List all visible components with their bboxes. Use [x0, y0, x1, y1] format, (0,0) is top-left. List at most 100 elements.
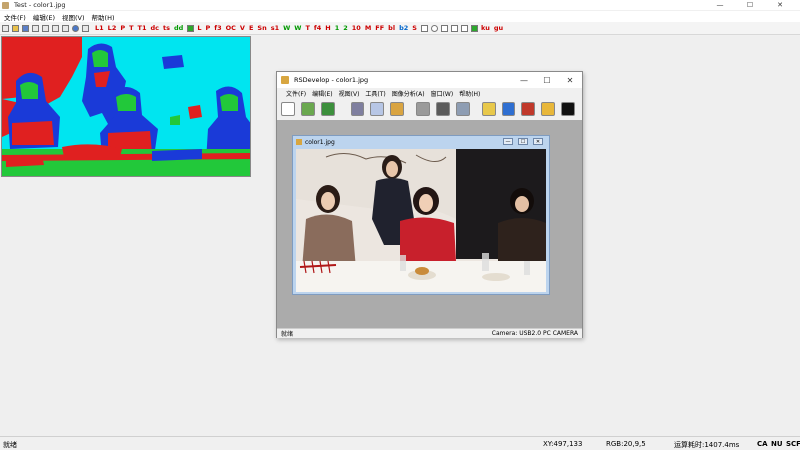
status-xy: XY:497,133 [543, 440, 583, 448]
tool-button-bl[interactable]: bl [388, 24, 395, 32]
select-icon[interactable] [521, 102, 536, 116]
tool-button-l1[interactable]: L1 [95, 24, 104, 32]
tool-button-f3[interactable]: f3 [214, 24, 221, 32]
tool-button-f4[interactable]: f4 [314, 24, 321, 32]
arc-icon[interactable] [450, 24, 458, 32]
tool-button-dc[interactable]: dc [151, 24, 160, 32]
menu-file[interactable]: 文件(F) [4, 12, 26, 22]
child-menu-file[interactable]: 文件(F) [286, 89, 306, 98]
save-icon[interactable] [320, 102, 335, 116]
copy-icon[interactable] [42, 24, 49, 32]
image-maximize-button[interactable]: ☐ [518, 138, 528, 145]
child-toolbar [281, 100, 581, 118]
child-status-ready: 就绪 [281, 331, 294, 338]
tool-button-p2[interactable]: P [205, 24, 210, 32]
maximize-button[interactable]: ☐ [735, 0, 765, 10]
menu-help[interactable]: 帮助(H) [92, 12, 115, 22]
menu-edit[interactable]: 编辑(E) [33, 12, 55, 22]
tool-button-l2[interactable]: L2 [108, 24, 117, 32]
image-window-title: color1.jpg [305, 138, 335, 146]
tool-button-e[interactable]: E [249, 24, 253, 32]
tool-button-h[interactable]: H [325, 24, 330, 32]
tool-button-p[interactable]: P [120, 24, 125, 32]
tool-button-1[interactable]: 1 [335, 24, 340, 32]
rsdevelop-window[interactable]: RSDevelop - color1.jpg — ☐ ✕ 文件(F) 编辑(E)… [276, 71, 583, 338]
wave-icon[interactable] [420, 24, 428, 32]
open-icon[interactable] [300, 102, 315, 116]
tool-button-t1[interactable]: T1 [138, 24, 147, 32]
print-icon[interactable] [62, 24, 69, 32]
paste-icon[interactable] [52, 24, 59, 32]
tool-button-m[interactable]: M [365, 24, 371, 32]
tool-button-l[interactable]: L [197, 24, 201, 32]
child-maximize-button[interactable]: ☐ [536, 72, 558, 88]
child-menubar: 文件(F) 编辑(E) 视图(V) 工具(T) 图像分析(A) 窗口(W) 帮助… [277, 88, 582, 99]
child-menu-window[interactable]: 窗口(W) [431, 89, 454, 98]
child-menu-edit[interactable]: 编辑(E) [312, 89, 332, 98]
processed-image [1, 36, 251, 177]
status-num: NU [771, 440, 783, 448]
help-icon[interactable] [82, 24, 89, 32]
cut-icon[interactable] [32, 24, 39, 32]
rectangle-icon[interactable] [460, 24, 468, 32]
new-icon[interactable] [281, 102, 295, 116]
child-status-bar: 就绪 Camera: USB2.0 PC CAMERA [277, 328, 582, 338]
main-title-bar: Test - color1.jpg — ☐ ✕ [0, 0, 800, 10]
tool-button-ku[interactable]: ku [481, 24, 490, 32]
tool-button-w[interactable]: W [283, 24, 290, 32]
camera-icon[interactable] [416, 102, 431, 116]
child-menu-help[interactable]: 帮助(H) [459, 89, 480, 98]
minimize-button[interactable]: — [705, 0, 735, 10]
open-file-icon[interactable] [12, 24, 19, 32]
tool-button-s1[interactable]: s1 [271, 24, 279, 32]
tool-button-ts[interactable]: ts [163, 24, 170, 32]
tool-button-gu[interactable]: gu [494, 24, 503, 32]
status-rgb: RGB:20,9,5 [606, 440, 646, 448]
tool-button-ff[interactable]: FF [375, 24, 384, 32]
image-close-button[interactable]: ✕ [533, 138, 543, 145]
image-window-title-bar: color1.jpg — ☐ ✕ [293, 136, 549, 148]
child-close-button[interactable]: ✕ [559, 72, 581, 88]
loop-icon[interactable] [440, 24, 448, 32]
about-icon[interactable] [72, 24, 79, 32]
image-window[interactable]: color1.jpg — ☐ ✕ [292, 135, 550, 295]
tool-button-w2[interactable]: W [294, 24, 301, 32]
splat-icon[interactable] [561, 102, 576, 116]
main-toolbar: L1 L2 P T T1 dc ts dd L P f3 OC V E Sn s… [0, 22, 800, 35]
zoom-icon[interactable] [501, 102, 516, 116]
square-icon[interactable] [187, 24, 195, 32]
paste-icon[interactable] [390, 102, 405, 116]
child-minimize-button[interactable]: — [513, 72, 535, 88]
child-menu-view[interactable]: 视图(V) [339, 89, 360, 98]
tool-button-10[interactable]: 10 [352, 24, 361, 32]
tool-button-2[interactable]: 2 [343, 24, 348, 32]
tool-button-b2[interactable]: b2 [399, 24, 408, 32]
child-body: color1.jpg — ☐ ✕ [277, 120, 582, 328]
save-icon[interactable] [22, 24, 29, 32]
capture-icon[interactable] [436, 102, 450, 116]
tool-button-sn[interactable]: Sn [257, 24, 266, 32]
tool-button-v[interactable]: V [240, 24, 245, 32]
cube-icon[interactable] [455, 102, 470, 116]
cut-icon[interactable] [350, 102, 365, 116]
copy-icon[interactable] [370, 102, 385, 116]
tool-button-t[interactable]: T [129, 24, 133, 32]
df-icon[interactable] [470, 24, 478, 32]
photo-image [296, 149, 546, 292]
child-menu-analysis[interactable]: 图像分析(A) [392, 89, 425, 98]
status-timing: 运算耗时:1407.4ms [674, 441, 740, 449]
new-file-icon[interactable] [2, 24, 9, 32]
menu-view[interactable]: 视图(V) [62, 12, 85, 22]
close-button[interactable]: ✕ [765, 0, 795, 10]
tool-button-oc[interactable]: OC [226, 24, 236, 32]
status-ready: 就绪 [3, 441, 17, 449]
crop-icon[interactable] [541, 102, 556, 116]
image-minimize-button[interactable]: — [503, 138, 513, 145]
highlight-icon[interactable] [481, 102, 496, 116]
tool-button-t2[interactable]: T [305, 24, 309, 32]
status-caps: CA [757, 440, 768, 448]
child-menu-tools[interactable]: 工具(T) [365, 89, 385, 98]
tool-button-s[interactable]: S [412, 24, 417, 32]
tool-button-dd[interactable]: dd [174, 24, 183, 32]
circle-icon[interactable] [430, 24, 438, 32]
